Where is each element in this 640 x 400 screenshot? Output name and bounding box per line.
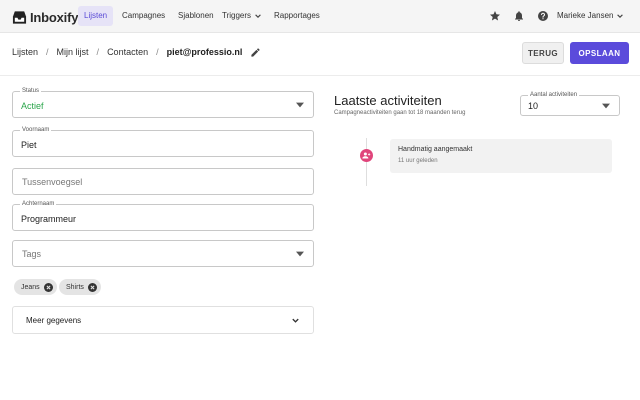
dropdown-caret-icon <box>296 251 304 257</box>
activity-subtitle: Campagneactiviteiten gaan tot 18 maanden… <box>334 110 466 116</box>
activity-count-value: 10 <box>528 101 539 111</box>
status-label: Status <box>20 87 42 95</box>
achternaam-label: Achternaam <box>20 200 57 208</box>
activity-item: Handmatig aangemaakt 11 uur geleden <box>390 139 612 173</box>
bell-icon <box>515 11 523 21</box>
close-circle-icon <box>87 282 97 292</box>
chevron-down-icon <box>292 318 299 323</box>
timeline-line <box>366 138 367 186</box>
achternaam-field[interactable]: Achternaam Programmeur <box>12 200 314 231</box>
nav-item-label: Rapportages <box>274 11 320 20</box>
tag-chip-shirts: Shirts <box>59 279 101 295</box>
star-icon <box>490 11 500 21</box>
nav-item-campagnes[interactable]: Campagnes <box>116 6 171 26</box>
breadcrumb-mijn-lijst[interactable]: Mijn lijst <box>57 47 89 57</box>
pencil-icon <box>251 47 261 57</box>
activity-count-select[interactable]: Aantal activiteiten 10 <box>520 91 620 116</box>
favorites-button[interactable] <box>488 9 502 23</box>
user-plus-icon <box>362 152 371 159</box>
tags-placeholder: Tags <box>22 249 42 259</box>
breadcrumb-lijsten[interactable]: Lijsten <box>12 47 38 57</box>
help-button[interactable] <box>536 9 550 23</box>
user-name: Marieke Jansen <box>557 11 614 20</box>
close-circle-icon <box>43 282 53 292</box>
tag-chip-jeans: Jeans <box>14 279 57 295</box>
app-logo-text: Inboxify <box>30 9 79 25</box>
chevron-down-icon <box>617 14 624 18</box>
save-button[interactable]: OPSLAAN <box>570 42 629 64</box>
activity-title: Laatste activiteiten <box>334 93 442 108</box>
top-navigation: Inboxify Lijsten Campagnes Sjablonen Tri… <box>0 0 640 33</box>
timeline-dot <box>360 149 373 162</box>
nav-item-rapportages[interactable]: Rapportages <box>268 6 326 26</box>
activity-item-time: 11 uur geleden <box>398 158 438 164</box>
chevron-down-icon <box>255 14 261 18</box>
status-select[interactable]: Status Actief <box>12 87 314 118</box>
dropdown-caret-icon <box>602 103 610 109</box>
nav-item-triggers[interactable]: Triggers <box>216 6 268 26</box>
nav-item-sjablonen[interactable]: Sjablonen <box>172 6 220 26</box>
breadcrumb-contacten[interactable]: Contacten <box>107 47 148 57</box>
edit-contact-button[interactable] <box>250 47 261 58</box>
activity-item-title: Handmatig aangemaakt <box>398 146 473 153</box>
breadcrumb-separator: / <box>156 47 159 57</box>
nav-item-lijsten[interactable]: Lijsten <box>78 6 114 26</box>
nav-item-label: Sjablonen <box>178 11 214 20</box>
dropdown-caret-icon <box>296 102 304 108</box>
notifications-button[interactable] <box>512 9 526 23</box>
tag-chip-label: Jeans <box>21 283 40 291</box>
tussenvoegsel-field[interactable]: Tussenvoegsel <box>12 168 314 195</box>
remove-tag-button[interactable] <box>43 282 53 292</box>
breadcrumb: Lijsten / Mijn lijst / Contacten / piet@… <box>12 44 261 60</box>
help-icon <box>538 11 548 21</box>
breadcrumb-separator: / <box>46 47 49 57</box>
voornaam-value: Piet <box>21 140 37 150</box>
remove-tag-button[interactable] <box>87 282 97 292</box>
nav-item-label: Lijsten <box>84 11 108 20</box>
user-menu[interactable]: Marieke Jansen <box>557 6 624 26</box>
status-value: Actief <box>21 101 44 111</box>
voornaam-field[interactable]: Voornaam Piet <box>12 126 314 157</box>
back-button[interactable]: TERUG <box>522 42 564 64</box>
header-divider <box>0 75 640 76</box>
voornaam-label: Voornaam <box>20 126 52 134</box>
activity-count-label: Aantal activiteiten <box>528 91 580 99</box>
meer-gegevens-label: Meer gegevens <box>26 316 82 325</box>
achternaam-value: Programmeur <box>21 214 77 224</box>
app-logo[interactable]: Inboxify <box>12 9 78 25</box>
breadcrumb-separator: / <box>96 47 100 57</box>
meer-gegevens-accordion[interactable]: Meer gegevens <box>12 306 314 334</box>
tussenvoegsel-placeholder: Tussenvoegsel <box>22 177 83 187</box>
breadcrumb-current: piet@professio.nl <box>166 47 243 57</box>
tags-select[interactable]: Tags <box>12 240 314 267</box>
nav-item-label: Campagnes <box>122 11 166 20</box>
nav-item-label: Triggers <box>222 11 252 20</box>
tag-chip-label: Shirts <box>66 283 84 291</box>
inbox-logo-icon <box>12 10 27 24</box>
